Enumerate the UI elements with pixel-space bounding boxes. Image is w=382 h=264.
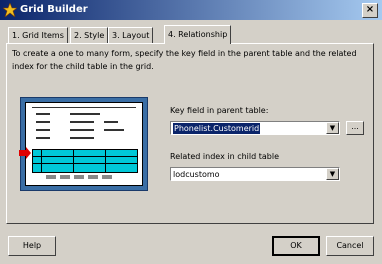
tab-relationship[interactable]: 4. Relationship: [164, 25, 232, 44]
browse-button[interactable]: ...: [346, 121, 364, 135]
window-title: Grid Builder: [20, 4, 88, 15]
preview-label: [36, 113, 50, 115]
help-button[interactable]: Help: [8, 236, 56, 256]
grid-row-line: [33, 163, 137, 164]
related-index-label: Related index in child table: [170, 152, 279, 161]
cancel-button[interactable]: Cancel: [326, 236, 374, 256]
tab-grid-items[interactable]: 1. Grid Items: [8, 27, 68, 43]
grid-col-line: [105, 150, 106, 172]
wizard-app-icon: [3, 3, 17, 17]
preview-nav-button: [74, 175, 84, 179]
ok-button[interactable]: OK: [272, 236, 320, 256]
intro-text: To create a one to many form, specify th…: [12, 49, 357, 71]
preview-field: [70, 137, 94, 139]
preview-grid: [32, 149, 138, 173]
preview-label: [36, 137, 50, 139]
tab-layout[interactable]: 3. Layout: [108, 27, 154, 43]
key-field-value: Phonelist.Customerid: [173, 123, 261, 134]
preview-label: [36, 129, 50, 131]
grid-col-line: [73, 150, 74, 172]
grid-builder-dialog: Grid Builder × 1. Grid Items 2. Style 3.…: [0, 0, 382, 264]
grid-col-line: [41, 150, 42, 172]
key-field-combo[interactable]: Phonelist.Customerid ▼: [170, 121, 340, 135]
chevron-down-icon[interactable]: ▼: [326, 122, 339, 134]
preview-nav-button: [88, 175, 98, 179]
preview-nav-button: [46, 175, 56, 179]
relation-arrowhead-icon: [26, 147, 31, 159]
close-icon: ×: [365, 4, 375, 15]
preview-field: [70, 113, 100, 115]
related-index-combo[interactable]: lodcustomo ▼: [170, 167, 340, 181]
tab-style[interactable]: 2. Style: [70, 27, 109, 43]
preview-field: [70, 121, 94, 123]
preview-field: [70, 129, 94, 131]
preview-label: [104, 121, 118, 123]
relationship-diagram: [19, 97, 148, 191]
close-button[interactable]: ×: [362, 3, 378, 18]
preview-field: [104, 129, 124, 131]
preview-nav-button: [102, 175, 112, 179]
preview-header-line: [32, 107, 136, 108]
chevron-down-icon[interactable]: ▼: [326, 168, 339, 180]
key-field-label: Key field in parent table:: [170, 106, 269, 115]
related-index-value: lodcustomo: [173, 170, 220, 179]
title-bar[interactable]: Grid Builder ×: [0, 0, 382, 20]
preview-label: [36, 121, 50, 123]
form-preview: [25, 102, 143, 186]
grid-row-line: [33, 156, 137, 157]
preview-nav-button: [60, 175, 70, 179]
